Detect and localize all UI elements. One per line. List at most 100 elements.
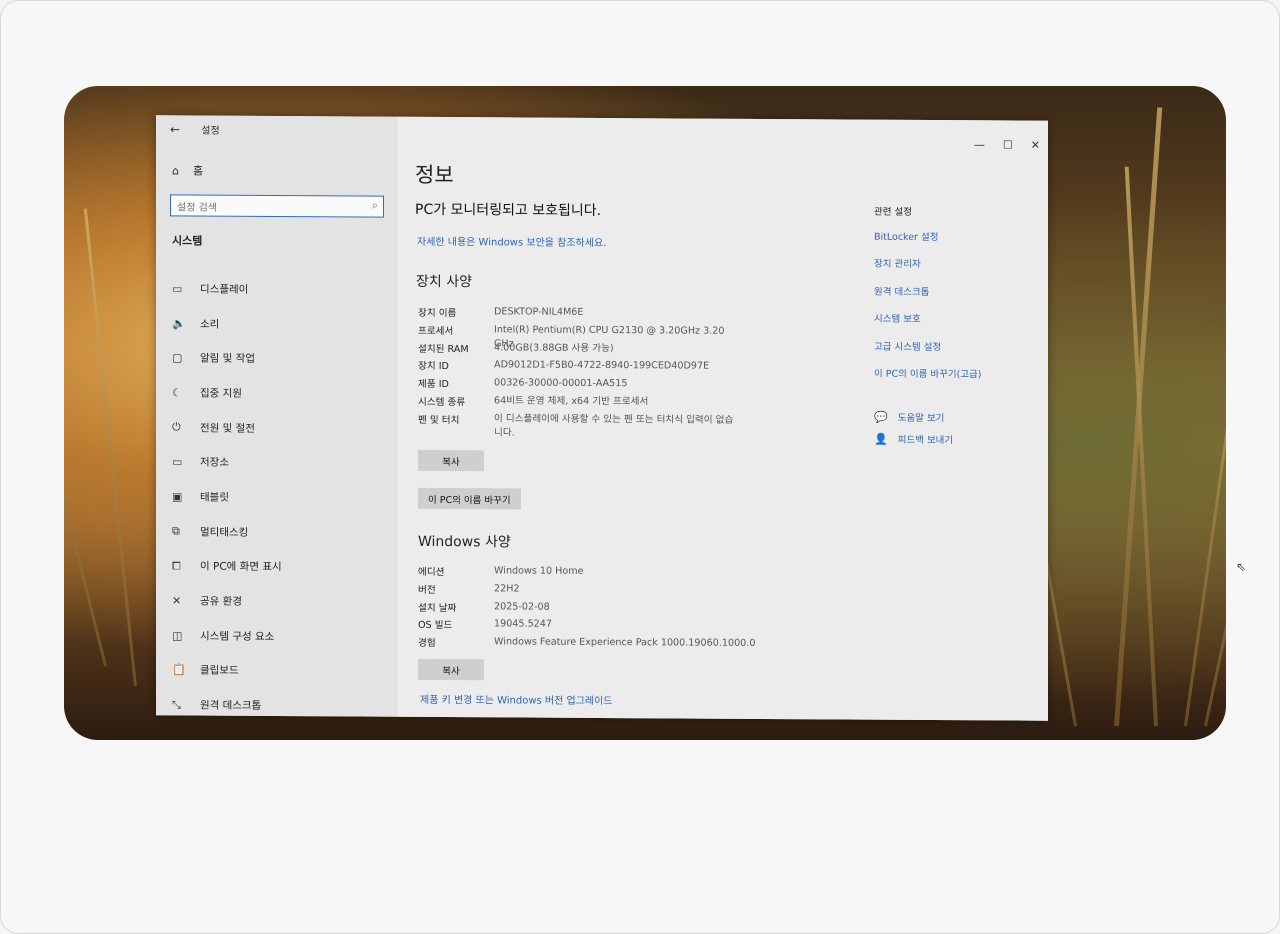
page-title: 정보 [415, 162, 454, 188]
related-link-advanced-system[interactable]: 고급 시스템 설정 [874, 338, 982, 366]
device-specs-heading: 장치 사양 [416, 273, 472, 291]
tablet-icon: ▣ [172, 490, 183, 504]
spec-key: 버전 [418, 584, 436, 596]
related-link-system-protection[interactable]: 시스템 보호 [874, 311, 982, 339]
upgrade-windows-link[interactable]: 제품 키 변경 또는 Windows 버전 업그레이드 [420, 691, 613, 707]
sidebar-item-label: 알림 및 작업 [200, 352, 255, 366]
spec-value: 00326-30000-00001-AA515 [494, 377, 628, 390]
spec-key: OS 빌드 [418, 620, 453, 632]
spec-row: 장치 ID AD9012D1-F5B0-4722-8940-199CED40D9… [418, 358, 739, 378]
spec-key: 설치된 RAM [418, 343, 469, 355]
get-help-label: 도움말 보기 [897, 412, 945, 425]
close-icon[interactable]: ✕ [1031, 139, 1040, 152]
project-icon: ⧠ [172, 559, 181, 573]
sidebar-item-shared-experience[interactable]: ✕ 공유 환경 [172, 584, 392, 620]
search-box[interactable]: ⌕ [170, 194, 384, 220]
storage-icon: ▭ [172, 455, 183, 469]
window-controls: — ☐ ✕ [974, 138, 1040, 151]
spec-key: 시스템 종류 [418, 396, 466, 409]
sidebar-item-label: 멀티태스킹 [200, 526, 249, 539]
sidebar-item-label: 전원 및 절전 [200, 422, 255, 435]
search-input[interactable] [171, 197, 359, 220]
sidebar-item-label: 집중 지원 [200, 387, 242, 400]
spec-row: 제품 ID 00326-30000-00001-AA515 [418, 376, 739, 396]
related-settings: 관련 설정 BitLocker 설정 장치 관리자 원격 데스크톱 시스템 보호… [874, 204, 982, 394]
spec-row: OS 빌드 19045.5247 [418, 617, 755, 637]
related-link-remote-desktop[interactable]: 원격 데스크톱 [874, 283, 982, 311]
sidebar-section-title: 시스템 [172, 234, 203, 248]
home-icon: ⌂ [172, 163, 179, 177]
windows-specs-table: 에디션 Windows 10 Home 버전 22H2 설치 날짜 2025-0… [418, 564, 755, 655]
shared-experience-icon: ✕ [172, 594, 182, 608]
feedback-icon: 👤 [874, 432, 888, 446]
copy-device-specs-button[interactable]: 복사 [418, 449, 484, 472]
spec-key: 펜 및 터치 [418, 414, 460, 426]
spec-key: 프로세서 [418, 325, 454, 337]
minimize-icon[interactable]: — [974, 138, 985, 151]
sidebar-item-label: 소리 [200, 318, 220, 331]
spec-value: 22H2 [494, 583, 520, 595]
related-link-bitlocker[interactable]: BitLocker 설정 [874, 229, 982, 257]
sidebar-item-power[interactable]: ⏻ 전원 및 절전 [172, 410, 392, 446]
spec-row: 경험 Windows Feature Experience Pack 1000.… [418, 635, 755, 655]
related-link-device-manager[interactable]: 장치 관리자 [874, 256, 982, 284]
sidebar-item-notifications[interactable]: ▢ 알림 및 작업 [172, 341, 392, 377]
sidebar-item-label: 이 PC에 화면 표시 [200, 560, 282, 574]
notification-icon: ▢ [172, 351, 183, 365]
sidebar-item-display[interactable]: ▭ 디스플레이 [172, 271, 392, 307]
give-feedback-label: 피드백 보내기 [897, 434, 954, 447]
spec-row: 펜 및 터치 이 디스플레이에 사용할 수 있는 펜 또는 터치식 입력이 없습… [418, 412, 739, 446]
sidebar-item-label: 원격 데스크톱 [200, 699, 262, 713]
spec-row: 장치 이름 DESKTOP-NIL4M6E [418, 305, 739, 325]
protection-status: PC가 모니터링되고 보호됩니다. [415, 201, 602, 219]
maximize-icon[interactable]: ☐ [1003, 138, 1013, 151]
clipboard-icon: 📋 [172, 663, 186, 677]
power-icon: ⏻ [172, 420, 181, 434]
remote-desktop-icon: ⤡ [172, 697, 181, 712]
spec-key: 장치 ID [418, 361, 449, 373]
give-feedback-link[interactable]: 👤 피드백 보내기 [874, 428, 953, 450]
main-content: — ☐ ✕ 정보 PC가 모니터링되고 보호됩니다. 자세한 내용은 Windo… [398, 116, 1246, 721]
multitasking-icon: ⧉ [172, 524, 180, 538]
spec-row: 프로세서 Intel(R) Pentium(R) CPU G2130 @ 3.2… [418, 323, 739, 349]
help-section: 💬 도움말 보기 👤 피드백 보내기 [874, 406, 953, 450]
sidebar-item-remote-desktop[interactable]: ⤡ 원격 데스크톱 [172, 688, 392, 724]
spec-key: 장치 이름 [418, 307, 457, 320]
sidebar-item-clipboard[interactable]: 📋 클립보드 [172, 653, 392, 689]
back-arrow-icon[interactable]: ← [170, 122, 180, 136]
sidebar-item-project[interactable]: ⧠ 이 PC에 화면 표시 [172, 549, 392, 585]
settings-window: ← 설정 ⌂ 홈 ⌕ 시스템 ▭ 디스플레이 🔈 소리 ▢ 알림 및 작업 [156, 115, 1246, 723]
display-icon: ▭ [172, 282, 183, 296]
sidebar-item-focus-assist[interactable]: ☾ 집중 지원 [172, 375, 392, 411]
sidebar-item-storage[interactable]: ▭ 저장소 [172, 445, 392, 481]
sidebar-item-sound[interactable]: 🔈 소리 [172, 306, 392, 342]
spec-row: 버전 22H2 [418, 582, 755, 602]
spec-key: 경험 [418, 638, 436, 650]
sidebar-item-label: 저장소 [200, 456, 229, 470]
window-title: 설정 [201, 125, 220, 137]
mouse-cursor-icon: ⇖ [1236, 559, 1247, 574]
sidebar-item-system-components[interactable]: ◫ 시스템 구성 요소 [172, 618, 392, 654]
sidebar-item-multitasking[interactable]: ⧉ 멀티태스킹 [172, 514, 392, 550]
rename-pc-button[interactable]: 이 PC의 이름 바꾸기 [418, 487, 521, 510]
sidebar-item-label: 디스플레이 [200, 283, 249, 296]
sidebar-item-tablet[interactable]: ▣ 태블릿 [172, 479, 392, 515]
spec-row: 에디션 Windows 10 Home [418, 564, 755, 584]
windows-security-link[interactable]: 자세한 내용은 Windows 보안을 참조하세요. [417, 233, 606, 249]
sidebar-item-home[interactable]: ⌂ 홈 [172, 162, 203, 178]
related-link-rename-advanced[interactable]: 이 PC의 이름 바꾸기(고급) [874, 366, 982, 394]
spec-value: 이 디스플레이에 사용할 수 있는 펜 또는 터치식 입력이 없습니다. [494, 413, 734, 439]
sidebar-nav: ▭ 디스플레이 🔈 소리 ▢ 알림 및 작업 ☾ 집중 지원 ⏻ 전원 및 절전… [172, 271, 392, 723]
help-icon: 💬 [874, 410, 888, 424]
sidebar-item-label: 클립보드 [200, 664, 239, 678]
spec-value: 19045.5247 [494, 618, 552, 631]
spec-value: 4.00GB(3.88GB 사용 가능) [494, 341, 614, 354]
sidebar-item-label: 시스템 구성 요소 [200, 630, 275, 643]
sound-icon: 🔈 [172, 316, 186, 330]
search-icon[interactable]: ⌕ [372, 199, 378, 213]
get-help-link[interactable]: 💬 도움말 보기 [874, 406, 953, 428]
title-bar: ← 설정 [170, 121, 220, 136]
spec-value: 2025-02-08 [494, 600, 550, 613]
sidebar-item-label: 공유 환경 [200, 595, 242, 608]
copy-windows-specs-button[interactable]: 복사 [418, 658, 484, 681]
